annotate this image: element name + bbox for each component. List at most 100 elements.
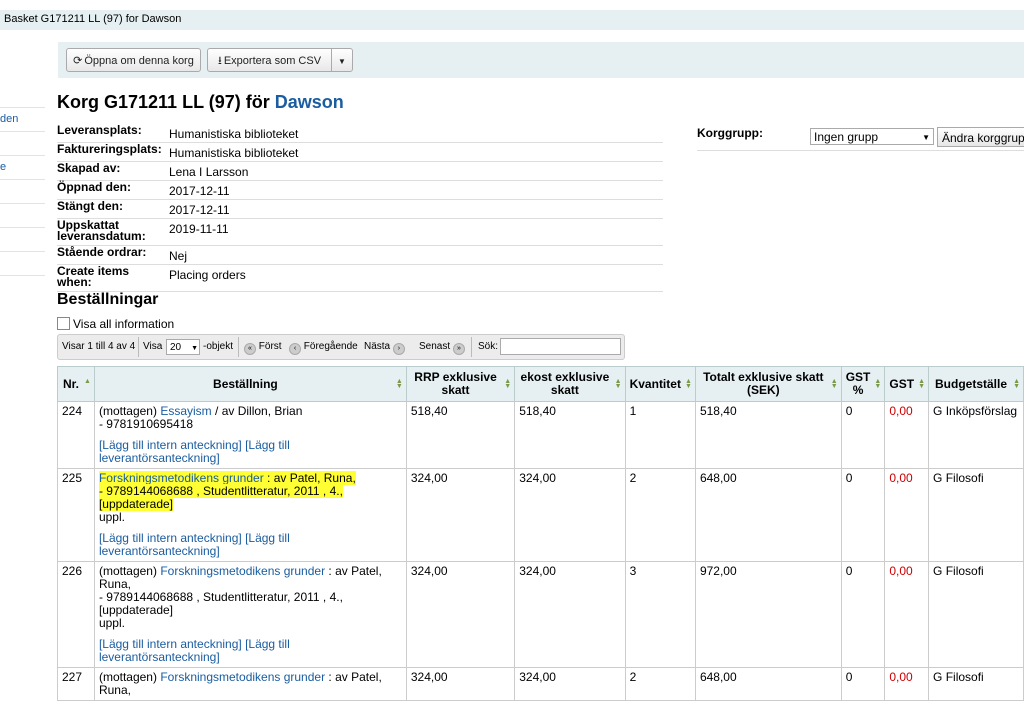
download-icon: ⭳ [217, 55, 222, 67]
column-header[interactable]: GST % ▲ ▼ [840, 366, 886, 402]
order-number: 224 [57, 401, 95, 469]
divider [238, 337, 239, 357]
sort-icon: ▲ ▼ [830, 378, 838, 390]
title-separator: : [328, 564, 332, 578]
title-link[interactable]: Forskningsmetodikens grunder [99, 471, 264, 485]
rrp-cell: 518,40 [405, 401, 516, 469]
left-navigation: den e [0, 84, 45, 276]
info-value: 2019-11-11 [169, 222, 229, 236]
add-internal-note-link[interactable]: [Lägg till intern anteckning] [99, 531, 242, 545]
left-nav-item[interactable] [0, 84, 45, 108]
info-label: Faktureringsplats: [57, 142, 162, 156]
column-header[interactable]: Nr. ▲ [57, 366, 95, 402]
vendor-link[interactable]: Dawson [275, 92, 344, 112]
info-value: Nej [169, 249, 188, 263]
sort-icon: ▲ ▼ [918, 378, 926, 390]
previous-page-button[interactable]: ‹ Föregående [289, 341, 358, 355]
title-separator: : [267, 471, 271, 485]
add-internal-note-link[interactable]: [Lägg till intern anteckning] [99, 438, 242, 452]
left-nav-item[interactable] [0, 252, 45, 276]
column-header[interactable]: ekost exklusive skatt ▲ ▼ [514, 366, 626, 402]
info-row: Stängt den: 2017-12-11 [57, 200, 663, 219]
left-nav-item[interactable] [0, 180, 45, 204]
fund-cell: G Filosofi [928, 561, 1024, 668]
next-page-button[interactable]: Nästa › [364, 341, 405, 355]
table-row: 225 Forskningsmetodikens grunder : av Pat… [57, 468, 1024, 562]
left-nav-item[interactable]: den [0, 108, 45, 132]
order-number: 225 [57, 468, 95, 562]
publication-details: - 9789144068688 , Studentlitteratur, 201… [98, 590, 343, 617]
info-label: Skapad av: [57, 161, 121, 175]
first-page-icon: « [244, 343, 256, 355]
info-value: Placing orders [169, 268, 246, 282]
export-dropdown-toggle[interactable]: ▼ [331, 48, 353, 72]
title-separator: : [328, 670, 332, 684]
basket-group-select[interactable]: Ingen grupp ▼ [810, 128, 934, 145]
sort-icon: ▲ ▼ [395, 378, 403, 390]
sort-icon: ▲ ▼ [1013, 378, 1020, 390]
info-value: 2017-12-11 [169, 184, 230, 198]
caret-down-icon: ▼ [338, 57, 346, 66]
publication-details-cont: uppl. [98, 510, 125, 524]
table-row: 226 (mottagen) Forskningsmetodikens grund… [57, 561, 1024, 668]
sort-icon: ▲ ▼ [874, 378, 882, 390]
info-label: Create items when: [57, 264, 130, 289]
toolbar: ⟳ Öppna om denna korg ⭳ Exportera som CSV … [58, 42, 1024, 78]
order-cell: (mottagen) Forskningsmetodikens grunder … [93, 561, 407, 668]
order-cell: Forskningsmetodikens grunder : av Patel,… [93, 468, 407, 562]
quantity-cell: 1 [624, 401, 696, 469]
info-label: Leveransplats: [57, 123, 142, 137]
basket-info: Leveransplats: Humanistiska biblioteket Fa… [57, 124, 663, 292]
rrp-cell: 324,00 [405, 667, 516, 701]
export-csv-button[interactable]: ⭳ Exportera som CSV [207, 48, 332, 72]
breadcrumb: Basket G171211 LL (97) for Dawson [0, 10, 1024, 30]
title-link[interactable]: Forskningsmetodikens grunder [160, 564, 325, 578]
author: av Dillon, Brian [221, 404, 303, 418]
orders-table: Nr. ▲ Beställning ▲ ▼ RRP exklusive skatt ▲ ▼… [57, 366, 1024, 701]
column-header[interactable]: Beställning ▲ ▼ [93, 366, 407, 402]
last-page-button[interactable]: Senast » [419, 341, 465, 355]
table-pager: Visar 1 till 4 av 4 Visa 20 ▼ -objekt « F… [57, 334, 625, 360]
next-page-icon: › [392, 343, 405, 355]
showing-count: Visar 1 till 4 av 4 [62, 341, 136, 352]
info-value: Humanistiska biblioteket [169, 127, 299, 141]
divider [697, 150, 1024, 151]
previous-page-icon: ‹ [289, 343, 301, 355]
column-header[interactable]: RRP exklusive skatt ▲ ▼ [405, 366, 516, 402]
rrp-cell: 324,00 [405, 468, 516, 562]
sort-asc-icon: ▲ [84, 378, 91, 385]
quantity-cell: 2 [624, 667, 696, 701]
info-row: Uppskattat leveransdatum: 2019-11-11 [57, 219, 663, 246]
add-internal-note-link[interactable]: [Lägg till intern anteckning] [99, 637, 242, 651]
table-row: 227 (mottagen) Forskningsmetodikens grund… [57, 667, 1024, 701]
first-page-button[interactable]: « Först [244, 341, 282, 355]
column-header[interactable]: Kvantitet ▲ ▼ [624, 366, 696, 402]
total-cell: 972,00 [694, 561, 842, 668]
search-input[interactable] [500, 338, 621, 355]
column-header[interactable]: Totalt exklusive skatt (SEK) ▲ ▼ [694, 366, 842, 402]
title-link[interactable]: Essayism [160, 404, 211, 418]
column-header[interactable]: GST ▲ ▼ [884, 366, 930, 402]
change-basket-group-button[interactable]: Ändra korggrupp [937, 127, 1024, 147]
reopen-basket-button[interactable]: ⟳ Öppna om denna korg [66, 48, 201, 72]
left-nav-item[interactable] [0, 132, 45, 156]
search-label: Sök: [478, 341, 499, 352]
info-row: Skapad av: Lena I Larsson [57, 162, 663, 181]
left-nav-item[interactable] [0, 204, 45, 228]
title-separator: / [215, 404, 219, 418]
table-row: 224 (mottagen) Essayism / av Dillon, Bria… [57, 401, 1024, 469]
divider [471, 337, 472, 357]
quantity-cell: 3 [624, 561, 696, 668]
ecost-cell: 324,00 [514, 561, 626, 668]
title-link[interactable]: Forskningsmetodikens grunder [160, 670, 325, 684]
left-nav-item[interactable] [0, 228, 45, 252]
publication-details-cont: uppl. [98, 616, 125, 630]
per-page-select[interactable]: 20 ▼ [166, 339, 200, 355]
show-all-info[interactable]: Visa all information [57, 317, 174, 331]
show-all-checkbox[interactable] [57, 317, 70, 330]
left-nav-item[interactable]: e [0, 156, 45, 180]
order-number: 227 [57, 667, 95, 701]
page-title: Korg G171211 LL (97) för Dawson [57, 92, 344, 112]
sort-icon: ▲ ▼ [504, 378, 512, 390]
column-header[interactable]: Budgetställe ▲ ▼ [928, 366, 1024, 402]
